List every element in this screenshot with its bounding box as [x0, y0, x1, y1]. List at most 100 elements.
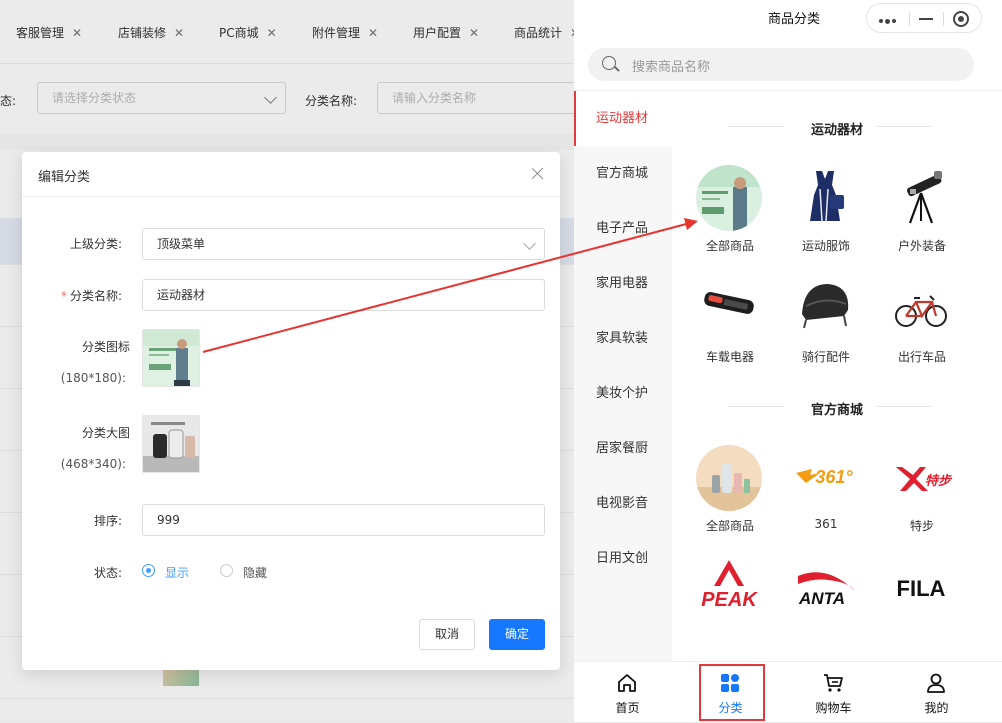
telescope-image: [906, 171, 942, 224]
radio-hide-label[interactable]: 隐藏: [243, 564, 267, 581]
status-label: 状态:: [93, 566, 122, 580]
parent-category-value: 顶级菜单: [157, 237, 206, 251]
peak-logo: PEAK: [701, 560, 758, 611]
category-cell[interactable]: PEAK: [682, 556, 778, 626]
edit-category-dialog: 编辑分类 上级分类: 顶级菜单 * 分类名称: 运动器材 分类图标 (180*18…: [22, 152, 560, 670]
category-name-input[interactable]: 运动器材: [142, 279, 545, 311]
sidebar-item-official[interactable]: 官方商城: [574, 146, 672, 201]
all-products-store-image: [696, 445, 762, 511]
cart-icon: [824, 674, 843, 692]
svg-text:361°: 361°: [815, 467, 853, 487]
capsule-divider: [943, 12, 944, 26]
category-banner-upload[interactable]: [142, 415, 200, 473]
svg-text:FILA: FILA: [897, 576, 946, 601]
category-banner-size: (468*340):: [60, 457, 126, 471]
all-products-image: [696, 165, 762, 231]
category-cell[interactable]: 户外装备: [874, 165, 970, 255]
sidebar-item-kitchen[interactable]: 居家餐厨: [574, 421, 672, 476]
parent-category-select[interactable]: 顶级菜单: [142, 228, 545, 260]
radio-show-label[interactable]: 显示: [165, 564, 189, 581]
fila-logo: FILA: [897, 576, 946, 601]
sidebar-item-appliances[interactable]: 家用电器: [574, 256, 672, 311]
capsule-divider: [909, 12, 910, 26]
tab-profile[interactable]: 我的: [883, 662, 990, 723]
category-cell[interactable]: 特步 特步: [874, 445, 970, 535]
category-cell[interactable]: FILA: [874, 556, 970, 626]
category-cell-label: 特步: [909, 519, 934, 533]
bicycle-image: [895, 295, 947, 327]
sort-input[interactable]: 999: [142, 504, 545, 536]
sidebar-item-tv-audio[interactable]: 电视影音: [574, 476, 672, 531]
home-icon: [618, 674, 636, 692]
svg-text:ANTA: ANTA: [798, 589, 845, 608]
category-sidebar: 运动器材 官方商城 电子产品 家用电器 家具软装 美妆个护 居家餐厨 电视影音 …: [574, 91, 672, 661]
cycling-helmet-image: [802, 284, 849, 329]
category-icon-label: 分类图标: [81, 340, 130, 354]
category-cell-label: 全部商品: [705, 239, 754, 253]
sidebar-item-beauty[interactable]: 美妆个护: [574, 366, 672, 421]
radio-show[interactable]: [142, 564, 155, 577]
category-cell-label: 运动服饰: [801, 239, 850, 253]
category-cell-label: 361: [814, 517, 838, 531]
category-name-label: * 分类名称:: [60, 289, 122, 303]
sort-label: 排序:: [93, 514, 122, 528]
category-cell-label: 全部商品: [705, 519, 754, 533]
close-target-icon[interactable]: [953, 11, 969, 27]
section-title: 官方商城: [810, 403, 863, 418]
svg-text:PEAK: PEAK: [701, 589, 758, 611]
category-cell-label: 车载电器: [705, 350, 754, 364]
category-icon-upload[interactable]: [142, 329, 200, 387]
user-icon: [927, 673, 945, 693]
search-placeholder: 搜索商品名称: [632, 60, 711, 75]
category-cell[interactable]: 361° 361: [778, 445, 874, 535]
dialog-divider: [22, 196, 560, 197]
minimize-icon[interactable]: [919, 18, 933, 20]
category-banner-label: 分类大图: [81, 426, 130, 440]
confirm-button[interactable]: 确定: [489, 619, 545, 650]
sort-value: 999: [157, 513, 180, 527]
chevron-down-icon: [523, 237, 536, 250]
category-icon-size: (180*180):: [60, 371, 126, 385]
category-icon-thumbnail: [143, 330, 199, 386]
search-icon: [602, 56, 616, 70]
sidebar-item-stationery[interactable]: 日用文创: [574, 531, 672, 586]
category-cell[interactable]: 车载电器: [682, 276, 778, 366]
category-cell[interactable]: 出行车品: [874, 276, 970, 366]
mobile-preview: 商品分类 搜索商品名称 运动器材 官方商城 电子产品 家用电器 家具软装 美妆个…: [574, 0, 1002, 722]
category-cell[interactable]: 运动服饰: [778, 165, 874, 255]
tab-cart[interactable]: 购物车: [780, 662, 887, 723]
category-cell[interactable]: 全部商品: [682, 165, 778, 255]
tab-home[interactable]: 首页: [574, 662, 681, 723]
anta-logo: ANTA: [798, 572, 854, 608]
section-title: 运动器材: [810, 123, 863, 138]
section-line: [876, 406, 932, 407]
annotation-highlight-box: [699, 664, 765, 721]
category-cell-label: 出行车品: [897, 350, 946, 364]
svg-text:特步: 特步: [925, 473, 953, 489]
miniprogram-capsule: [866, 3, 982, 33]
sidebar-item-furniture[interactable]: 家具软装: [574, 311, 672, 366]
category-banner-thumbnail: [143, 416, 199, 472]
section-line: [876, 126, 932, 127]
sidebar-item-electronics[interactable]: 电子产品: [574, 201, 672, 256]
category-cell[interactable]: ANTA: [778, 556, 874, 626]
close-icon[interactable]: [530, 166, 546, 182]
parent-category-label: 上级分类:: [69, 237, 122, 251]
sportswear-dress-image: [810, 171, 844, 222]
radio-hide[interactable]: [220, 564, 233, 577]
category-cell[interactable]: 全部商品: [682, 445, 778, 535]
search-bar[interactable]: 搜索商品名称: [588, 48, 974, 81]
xtep-logo: 特步: [896, 467, 953, 491]
sidebar-item-sports[interactable]: 运动器材: [574, 91, 672, 146]
tab-home-label: 首页: [615, 701, 640, 715]
category-cell-label: 骑行配件: [801, 350, 850, 364]
category-cell[interactable]: 骑行配件: [778, 276, 874, 366]
dialog-title: 编辑分类: [38, 170, 91, 185]
bottom-tab-bar: 首页 分类 购物车 我的: [574, 661, 1002, 722]
category-name-value: 运动器材: [157, 288, 206, 302]
dash-cam-mirror-image: [704, 292, 754, 314]
category-cell-label: 户外装备: [897, 239, 946, 253]
more-icon[interactable]: [879, 17, 898, 25]
cancel-button[interactable]: 取消: [419, 619, 475, 650]
361-logo: 361°: [796, 467, 853, 487]
